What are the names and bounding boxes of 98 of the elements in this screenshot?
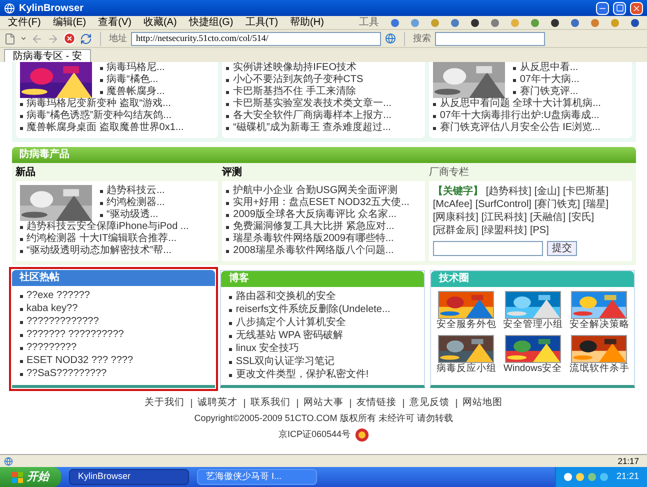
taskbar-button[interactable]: 艺海傲侠少马哥 I... bbox=[197, 469, 317, 485]
article-link[interactable]: 病毒玛格尼变新变种 盗取“游戏... bbox=[26, 98, 171, 110]
article-link[interactable]: 瑞星杀毒软件网络版2009有哪些特... bbox=[233, 233, 394, 245]
section-header: 社区热帖 bbox=[12, 270, 215, 286]
article-link[interactable]: 实用+好用：盘点ESET NOD32五大使... bbox=[233, 197, 410, 209]
article-link[interactable]: reiserfs文件系统反删除(Undelete... bbox=[236, 304, 390, 316]
article-link[interactable]: 趋势科技云安全保障iPhone与iPod ... bbox=[26, 221, 189, 233]
keyword-link[interactable]: [江民科技] bbox=[481, 211, 527, 224]
section-header: 博客 bbox=[220, 271, 424, 287]
article-link[interactable]: 护航中小企业 合勤USG网关全面评测 bbox=[233, 185, 398, 197]
article-link[interactable]: kaba key?? bbox=[26, 303, 78, 315]
article-link[interactable]: 小心不要沾到灰鸽子变种CTS bbox=[233, 74, 364, 86]
footer-link[interactable]: 关于我们 bbox=[144, 396, 184, 410]
article-link[interactable]: 病毒玛格尼... bbox=[106, 62, 165, 74]
article-link[interactable]: “驱动级透明动态加解密技术”帮... bbox=[26, 245, 172, 257]
article-link[interactable]: ????????????? bbox=[26, 316, 99, 328]
gallery-caption[interactable]: 病毒反应小组 bbox=[436, 363, 496, 375]
article-link[interactable]: 卡巴斯基挡不住 手工来清除 bbox=[233, 86, 356, 98]
search-label: 搜索 bbox=[413, 32, 431, 45]
address-label: 地址 bbox=[109, 32, 127, 45]
menu-item[interactable]: 快捷组(G) bbox=[188, 16, 234, 28]
article-link[interactable]: 路由器和交换机的安全 bbox=[236, 291, 336, 303]
article-link[interactable]: 魔兽帐腐身... bbox=[106, 86, 165, 98]
article-link[interactable]: 魔兽帐腐身桌面 盗取魔兽世界0x1... bbox=[26, 122, 184, 134]
window-title: KylinBrowser bbox=[19, 2, 84, 16]
icp-text: 京ICP证060544号 bbox=[278, 428, 351, 441]
article-link[interactable]: ??SaS????????? bbox=[26, 368, 107, 380]
keyword-link[interactable]: [绿盟科技] bbox=[481, 224, 527, 237]
section-header: 技术圈 bbox=[431, 271, 634, 287]
keyword-link[interactable]: [SurfControl] bbox=[475, 198, 532, 211]
article-link[interactable]: 赛门铁克评估八月安全公告 IE浏览... bbox=[440, 122, 600, 134]
footer-link[interactable]: 意见反馈 bbox=[410, 396, 450, 410]
gallery-caption[interactable]: 流氓软件杀手 bbox=[569, 363, 630, 375]
article-link[interactable]: 约鸿检测器 十大IT编辑联合推荐... bbox=[26, 233, 176, 245]
keyword-link[interactable]: [金山] bbox=[534, 185, 560, 198]
footer-link[interactable]: 联系我们 bbox=[250, 396, 290, 410]
article-link[interactable]: 2009版全球各大反病毒评比 众名家... bbox=[233, 209, 397, 221]
article-link[interactable]: “驱动级透... bbox=[106, 209, 158, 221]
column-heading: 新品 bbox=[16, 167, 36, 179]
article-link[interactable]: 从反思中看... bbox=[520, 62, 578, 74]
article-link[interactable]: 从反思中看问题 全球十大计算机病... bbox=[440, 98, 601, 110]
article-link[interactable]: 各大安全软件厂商病毒样本上报方... bbox=[233, 110, 392, 122]
article-link[interactable]: ??exe ?????? bbox=[26, 290, 90, 302]
article-link[interactable]: 2008瑞星杀毒软件网络版八个问题... bbox=[233, 245, 394, 257]
menu-item[interactable]: 收藏(A) bbox=[143, 16, 177, 28]
copyright-text: Copyright©2005-2009 51CTO.COM 版权所有 未经许可 请勿转载 bbox=[194, 412, 453, 426]
footer-link[interactable]: 友情链接 bbox=[356, 396, 396, 410]
footer-link[interactable]: 网站大事 bbox=[304, 396, 344, 410]
menu-item[interactable]: 编辑(E) bbox=[52, 16, 86, 28]
keyword-link[interactable]: [PS] bbox=[530, 224, 549, 237]
column-heading: 厂商专栏 bbox=[428, 167, 470, 179]
gallery-caption[interactable]: 安全管理小组 bbox=[502, 319, 563, 331]
article-link[interactable]: 约鸿检测器... bbox=[106, 197, 165, 209]
article-link[interactable]: SSL双向认证学习笔记 bbox=[236, 356, 335, 368]
menu-item[interactable]: 查看(V) bbox=[98, 16, 132, 28]
article-link[interactable]: ESET NOD32 ??? ???? bbox=[26, 355, 134, 367]
gallery-caption[interactable]: 安全服务外包 bbox=[436, 319, 496, 331]
keyword-link[interactable]: [趋势科技] bbox=[486, 185, 532, 198]
footer-link[interactable]: 诚聘英才 bbox=[198, 396, 238, 410]
column-heading: 评测 bbox=[222, 167, 244, 179]
article-link[interactable]: 八步搞定个人计算机安全 bbox=[236, 317, 346, 329]
browser-tab[interactable]: 防病毒专区 - 安 bbox=[4, 49, 91, 62]
taskbar-clock: 21:21 bbox=[616, 470, 639, 484]
keyword-link[interactable]: [冠群金辰] bbox=[432, 224, 478, 237]
tools-label: 工具 bbox=[359, 16, 379, 30]
submit-button[interactable]: 提交 bbox=[546, 241, 577, 256]
article-link[interactable]: 免费漏洞修复工具大比拼 紧急应对... bbox=[233, 221, 394, 233]
article-link[interactable]: ??????? ?????????? bbox=[26, 329, 124, 341]
gallery-caption[interactable]: Windows安全 bbox=[504, 363, 562, 375]
article-link[interactable]: 07年十大病毒排行出炉:U盘病毒成... bbox=[440, 110, 600, 122]
article-link[interactable]: 赛门铁克评... bbox=[520, 86, 578, 98]
article-link[interactable]: 趋势科技云... bbox=[106, 185, 165, 197]
taskbar-button[interactable]: KylinBrowser bbox=[69, 469, 189, 485]
footer-link[interactable]: 网站地图 bbox=[462, 396, 502, 410]
article-link[interactable]: linux 安全技巧 bbox=[236, 343, 300, 355]
keyword-link[interactable]: [瑞星] bbox=[583, 198, 609, 211]
keyword-link[interactable]: [天融信] bbox=[530, 211, 566, 224]
article-link[interactable]: 卡巴斯基实验室发表技术类文章一... bbox=[233, 98, 392, 110]
menu-item[interactable]: 帮助(H) bbox=[290, 16, 324, 28]
article-link[interactable]: 07年十大病... bbox=[520, 74, 580, 86]
menu-item[interactable]: 文件(F) bbox=[8, 16, 41, 28]
section-header: 防病毒产品 bbox=[12, 147, 636, 163]
keyword-link[interactable]: [McAfee] bbox=[432, 198, 472, 211]
keyword-link[interactable]: [赛门铁克] bbox=[534, 198, 580, 211]
article-link[interactable]: 病毒“橘色... bbox=[106, 74, 158, 86]
address-field[interactable]: http://netsecurity.51cto.com/col/514/ bbox=[131, 32, 381, 46]
article-link[interactable]: “磁碟机”成为新毒王 查杀难度超过... bbox=[233, 122, 391, 134]
keyword-label: 【关键字】 bbox=[432, 185, 483, 198]
gallery-caption[interactable]: 安全解决策略 bbox=[569, 319, 630, 331]
keyword-link[interactable]: [卡巴斯基] bbox=[562, 185, 609, 198]
keyword-link[interactable]: [网康科技] bbox=[432, 211, 478, 224]
article-link[interactable]: 无线基站 WPA 密码破解 bbox=[236, 330, 343, 342]
article-link[interactable]: 病毒“橘色诱惑”新变种勾结灰鸽... bbox=[26, 110, 172, 122]
keyword-link[interactable]: [安氏] bbox=[568, 211, 594, 224]
menu-item[interactable]: 工具(T) bbox=[245, 16, 278, 28]
status-clock: 21:17 bbox=[618, 454, 640, 468]
article-link[interactable]: 更改文件类型，保护私密文件! bbox=[236, 369, 369, 381]
article-link[interactable]: ????????? bbox=[26, 342, 77, 354]
